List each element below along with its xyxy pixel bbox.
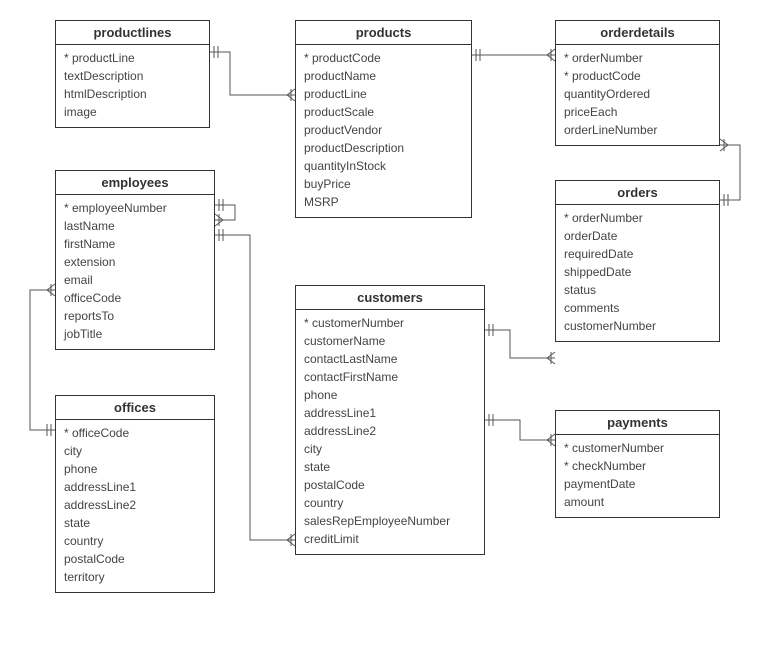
er-diagram: productlines * productLinetextDescriptio… — [0, 0, 768, 665]
field-productName: productName — [304, 67, 463, 85]
field-shippedDate: shippedDate — [564, 263, 711, 281]
field-productCode: * productCode — [304, 49, 463, 67]
field-productCode: * productCode — [564, 67, 711, 85]
field-requiredDate: requiredDate — [564, 245, 711, 263]
field-productLine: productLine — [304, 85, 463, 103]
field-phone: phone — [304, 386, 476, 404]
field-country: country — [304, 494, 476, 512]
entity-body: * customerNumbercustomerNamecontactLastN… — [296, 310, 484, 554]
field-city: city — [64, 442, 206, 460]
entity-orders: orders * orderNumberorderDaterequiredDat… — [555, 180, 720, 342]
field-productLine: * productLine — [64, 49, 201, 67]
field-salesRepEmployeeNumber: salesRepEmployeeNumber — [304, 512, 476, 530]
field-lastName: lastName — [64, 217, 206, 235]
field-territory: territory — [64, 568, 206, 586]
field-productScale: productScale — [304, 103, 463, 121]
entity-products: products * productCodeproductNameproduct… — [295, 20, 472, 218]
field-customerNumber: customerNumber — [564, 317, 711, 335]
field-buyPrice: buyPrice — [304, 175, 463, 193]
entity-body: * employeeNumberlastNamefirstNameextensi… — [56, 195, 214, 349]
field-city: city — [304, 440, 476, 458]
field-state: state — [64, 514, 206, 532]
field-country: country — [64, 532, 206, 550]
entity-offices: offices * officeCodecityphoneaddressLine… — [55, 395, 215, 593]
field-status: status — [564, 281, 711, 299]
entity-body: * orderNumber* productCodequantityOrdere… — [556, 45, 719, 145]
field-employeeNumber: * employeeNumber — [64, 199, 206, 217]
field-checkNumber: * checkNumber — [564, 457, 711, 475]
entity-title: products — [296, 21, 471, 45]
field-amount: amount — [564, 493, 711, 511]
field-addressLine2: addressLine2 — [64, 496, 206, 514]
entity-title: productlines — [56, 21, 209, 45]
entity-body: * officeCodecityphoneaddressLine1address… — [56, 420, 214, 592]
field-officeCode: officeCode — [64, 289, 206, 307]
entity-body: * productCodeproductNameproductLineprodu… — [296, 45, 471, 217]
field-orderNumber: * orderNumber — [564, 209, 711, 227]
field-creditLimit: creditLimit — [304, 530, 476, 548]
entity-orderdetails: orderdetails * orderNumber* productCodeq… — [555, 20, 720, 146]
field-customerNumber: * customerNumber — [564, 439, 711, 457]
field-customerName: customerName — [304, 332, 476, 350]
field-postalCode: postalCode — [304, 476, 476, 494]
field-paymentDate: paymentDate — [564, 475, 711, 493]
entity-body: * customerNumber* checkNumberpaymentDate… — [556, 435, 719, 517]
field-extension: extension — [64, 253, 206, 271]
field-orderNumber: * orderNumber — [564, 49, 711, 67]
field-reportsTo: reportsTo — [64, 307, 206, 325]
entity-body: * productLinetextDescriptionhtmlDescript… — [56, 45, 209, 127]
field-htmlDescription: htmlDescription — [64, 85, 201, 103]
entity-title: orderdetails — [556, 21, 719, 45]
field-comments: comments — [564, 299, 711, 317]
field-priceEach: priceEach — [564, 103, 711, 121]
field-productDescription: productDescription — [304, 139, 463, 157]
entity-customers: customers * customerNumbercustomerNameco… — [295, 285, 485, 555]
entity-payments: payments * customerNumber* checkNumberpa… — [555, 410, 720, 518]
field-quantityInStock: quantityInStock — [304, 157, 463, 175]
field-addressLine1: addressLine1 — [64, 478, 206, 496]
entity-title: offices — [56, 396, 214, 420]
field-state: state — [304, 458, 476, 476]
field-MSRP: MSRP — [304, 193, 463, 211]
entity-body: * orderNumberorderDaterequiredDateshippe… — [556, 205, 719, 341]
field-textDescription: textDescription — [64, 67, 201, 85]
entity-title: payments — [556, 411, 719, 435]
field-productVendor: productVendor — [304, 121, 463, 139]
field-contactLastName: contactLastName — [304, 350, 476, 368]
entity-employees: employees * employeeNumberlastNamefirstN… — [55, 170, 215, 350]
field-jobTitle: jobTitle — [64, 325, 206, 343]
entity-title: employees — [56, 171, 214, 195]
field-image: image — [64, 103, 201, 121]
field-postalCode: postalCode — [64, 550, 206, 568]
field-customerNumber: * customerNumber — [304, 314, 476, 332]
entity-title: orders — [556, 181, 719, 205]
field-addressLine1: addressLine1 — [304, 404, 476, 422]
field-addressLine2: addressLine2 — [304, 422, 476, 440]
entity-title: customers — [296, 286, 484, 310]
field-contactFirstName: contactFirstName — [304, 368, 476, 386]
field-phone: phone — [64, 460, 206, 478]
entity-productlines: productlines * productLinetextDescriptio… — [55, 20, 210, 128]
field-firstName: firstName — [64, 235, 206, 253]
field-quantityOrdered: quantityOrdered — [564, 85, 711, 103]
field-officeCode: * officeCode — [64, 424, 206, 442]
field-orderDate: orderDate — [564, 227, 711, 245]
field-orderLineNumber: orderLineNumber — [564, 121, 711, 139]
field-email: email — [64, 271, 206, 289]
